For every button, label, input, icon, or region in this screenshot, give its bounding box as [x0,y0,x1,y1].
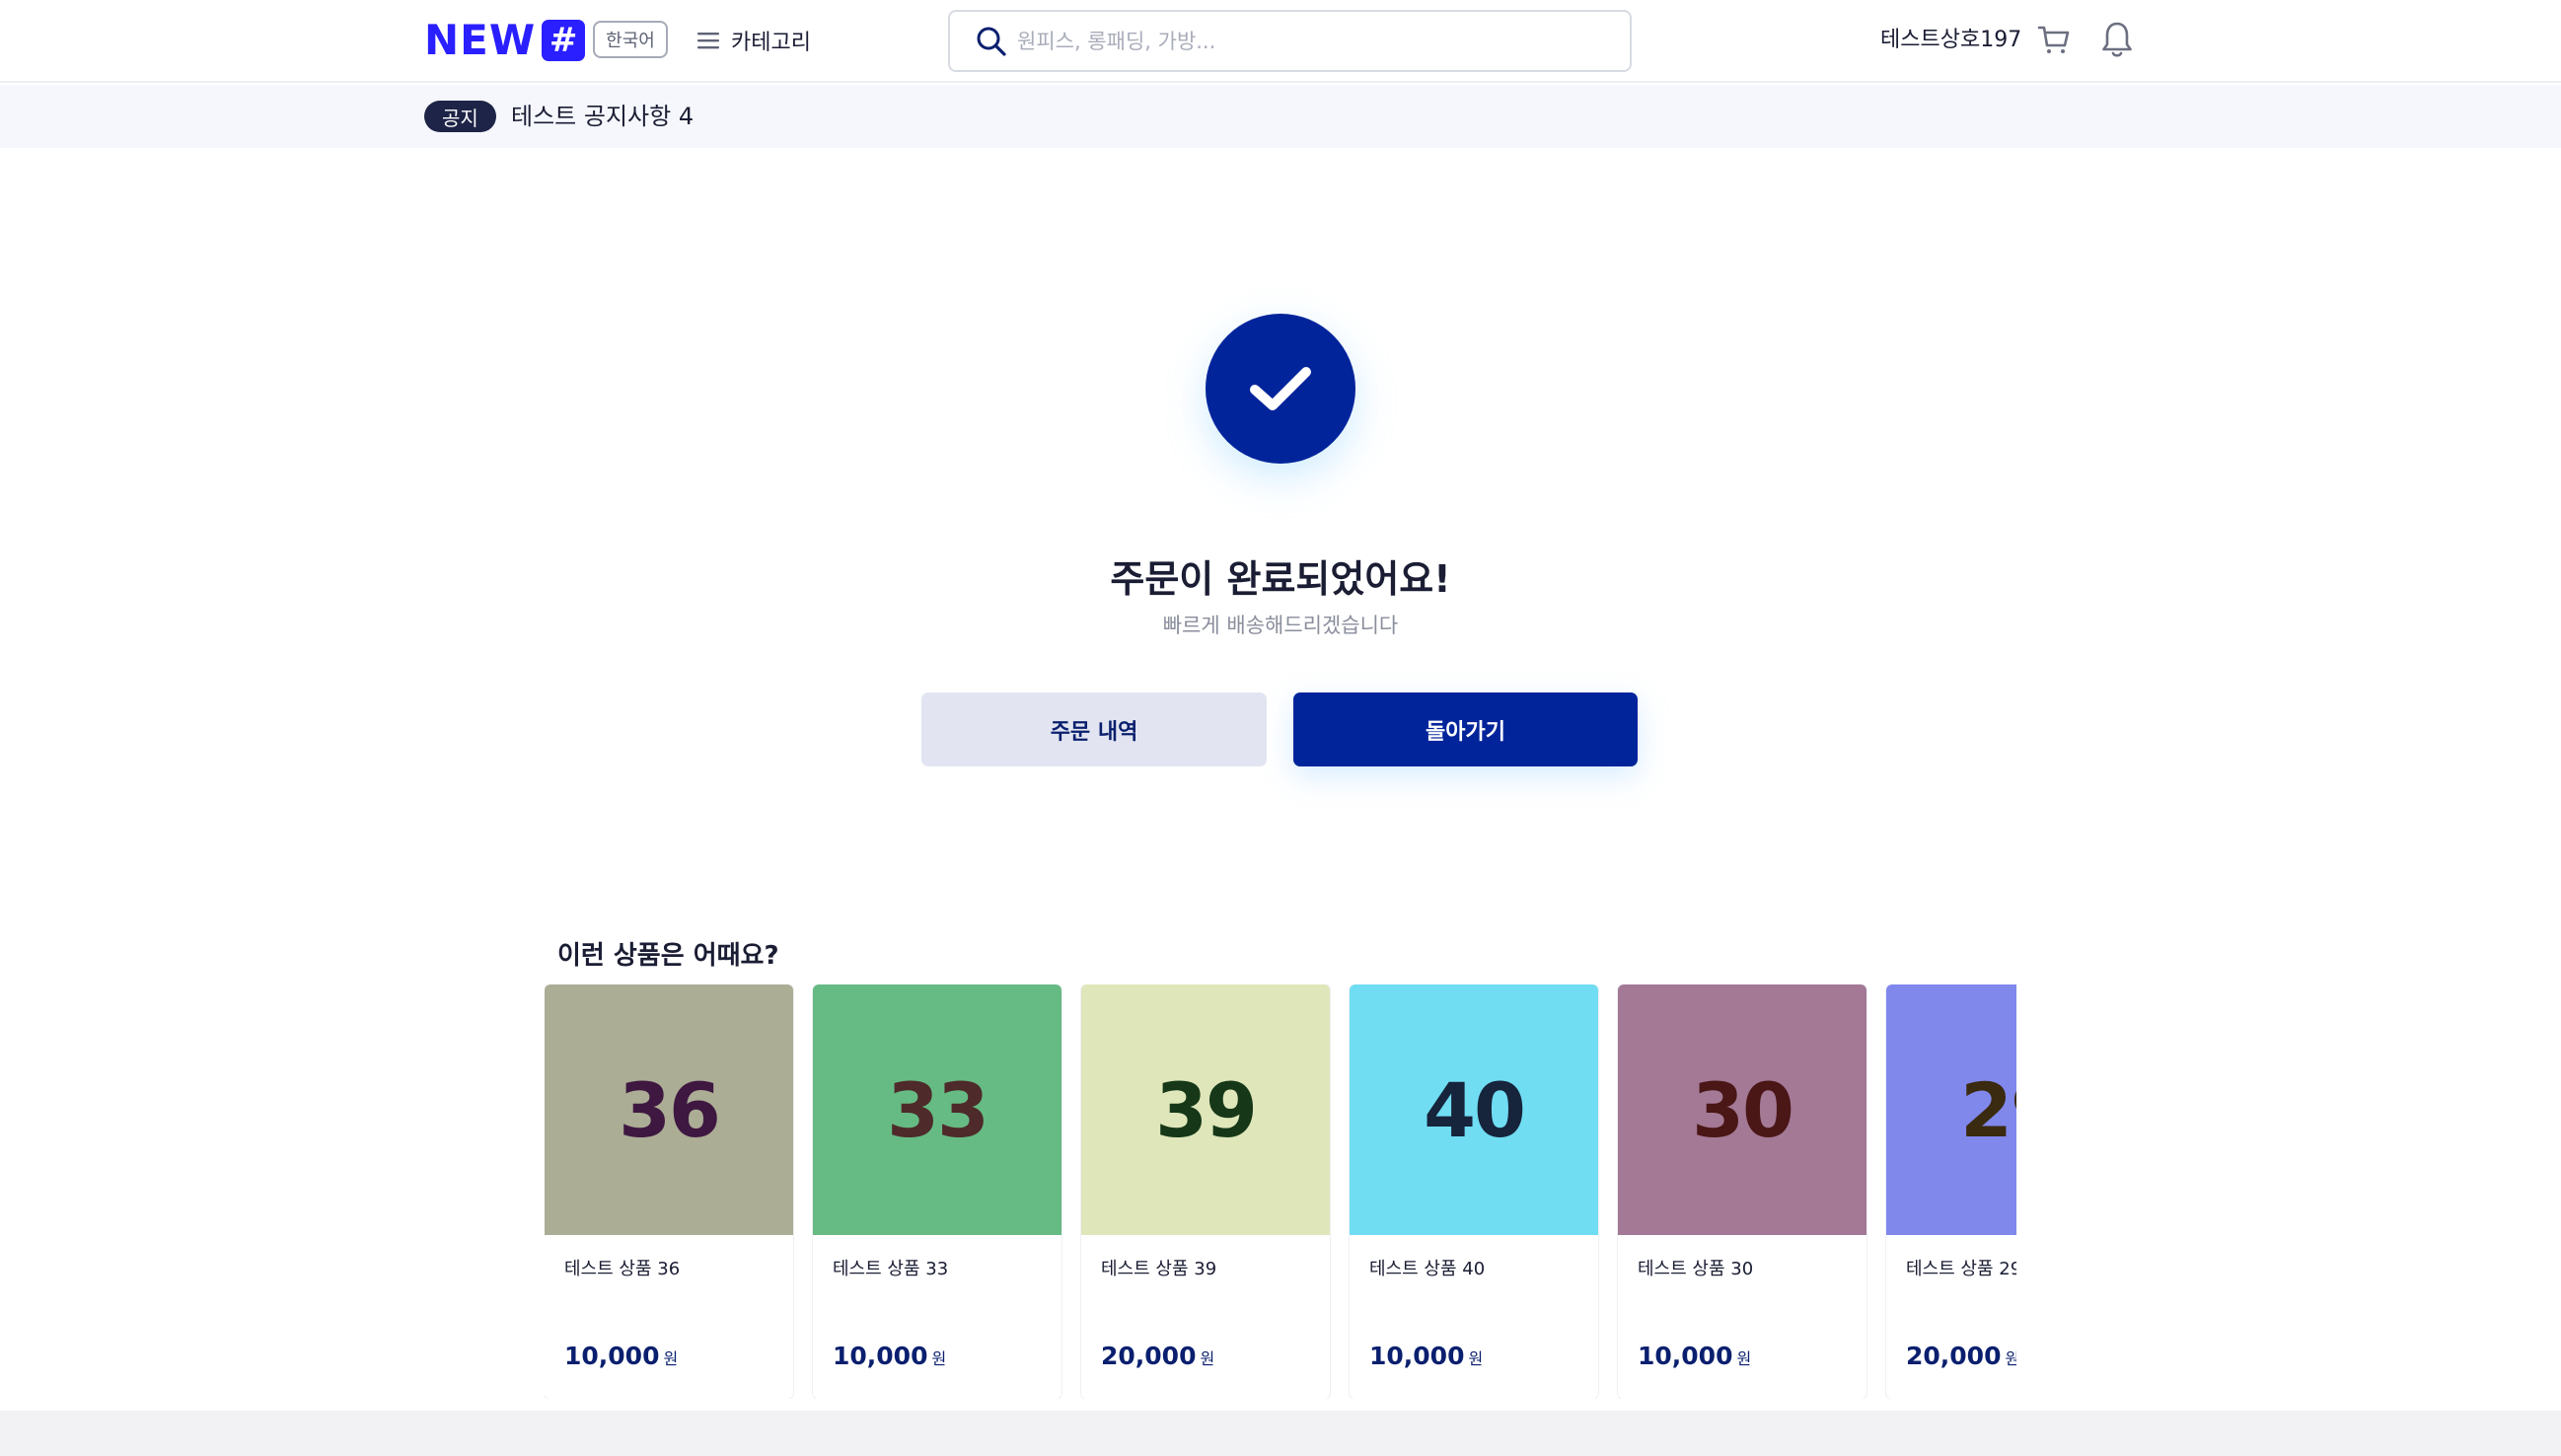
product-card[interactable]: 33 테스트 상품 33 10,000 원 [813,984,1061,1399]
price-amount: 20,000 [1101,1342,1197,1370]
bell-icon[interactable] [2099,20,2135,59]
order-history-button[interactable]: 주문 내역 [921,692,1267,766]
product-thumbnail[interactable]: 29 [1886,984,2016,1235]
product-name[interactable]: 테스트 상품 36 [564,1255,680,1280]
product-name[interactable]: 테스트 상품 39 [1101,1255,1216,1280]
product-card[interactable]: 36 테스트 상품 36 10,000 원 [545,984,793,1399]
price-amount: 10,000 [564,1342,660,1370]
product-name[interactable]: 테스트 상품 30 [1638,1255,1753,1280]
price-unit: 원 [663,1349,679,1368]
product-thumbnail[interactable]: 33 [813,984,1061,1235]
price-amount: 10,000 [1638,1342,1733,1370]
check-icon [1250,367,1311,410]
logo-text: NEW [424,16,537,64]
notice-badge: 공지 [424,101,496,132]
cart-icon[interactable] [2036,22,2072,57]
menu-icon [697,33,719,49]
category-label: 카테고리 [731,31,811,55]
product-name[interactable]: 테스트 상품 33 [833,1255,948,1280]
footer-strip [0,1411,2561,1456]
product-price: 10,000 원 [564,1342,678,1370]
product-card[interactable]: 29 테스트 상품 29 20,000 원 [1886,984,2016,1399]
category-menu-button[interactable]: 카테고리 [697,22,811,59]
logo[interactable]: NEW # [424,16,586,64]
product-card[interactable]: 40 테스트 상품 40 10,000 원 [1350,984,1598,1399]
page-subtitle: 빠르게 배송해드리겠습니다 [1162,614,1399,637]
product-thumbnail[interactable]: 40 [1350,984,1598,1235]
search-icon[interactable] [976,26,1007,57]
product-price: 20,000 원 [1101,1342,1214,1370]
order-complete-badge [1206,314,1355,464]
user-name-link[interactable]: 테스트상호197 [1880,24,2021,57]
search-bar[interactable] [948,10,1632,72]
price-unit: 원 [1736,1349,1752,1368]
price-amount: 10,000 [1369,1342,1465,1370]
go-back-button[interactable]: 돌아가기 [1293,692,1638,766]
price-unit: 원 [1200,1349,1215,1368]
price-unit: 원 [2005,1349,2016,1368]
recommendations-carousel[interactable]: 36 테스트 상품 36 10,000 원 33 테스트 상품 33 10,00… [545,984,2016,1399]
price-amount: 20,000 [1906,1342,2002,1370]
product-card[interactable]: 39 테스트 상품 39 20,000 원 [1081,984,1330,1399]
search-input[interactable] [1017,29,1609,53]
product-thumbnail[interactable]: 30 [1618,984,1866,1235]
recommendations-title: 이런 상품은 어때요? [557,941,779,971]
notice-bar[interactable]: 공지 테스트 공지사항 4 [0,85,2561,148]
language-selector[interactable]: 한국어 [593,21,668,58]
logo-hash-icon: # [542,20,586,61]
product-price: 10,000 원 [833,1342,946,1370]
product-name[interactable]: 테스트 상품 40 [1369,1255,1485,1280]
product-price: 10,000 원 [1638,1342,1751,1370]
product-thumbnail[interactable]: 36 [545,984,793,1235]
page-title: 주문이 완료되었어요! [1110,557,1451,601]
top-header: NEW # 한국어 카테고리 테스트상호197 [0,0,2561,83]
price-unit: 원 [1468,1349,1484,1368]
product-thumbnail[interactable]: 39 [1081,984,1330,1235]
price-amount: 10,000 [833,1342,928,1370]
product-name[interactable]: 테스트 상품 29 [1906,1255,2016,1280]
product-card[interactable]: 30 테스트 상품 30 10,000 원 [1618,984,1866,1399]
product-price: 20,000 원 [1906,1342,2016,1370]
price-unit: 원 [931,1349,947,1368]
product-price: 10,000 원 [1369,1342,1483,1370]
notice-text[interactable]: 테스트 공지사항 4 [511,99,694,134]
